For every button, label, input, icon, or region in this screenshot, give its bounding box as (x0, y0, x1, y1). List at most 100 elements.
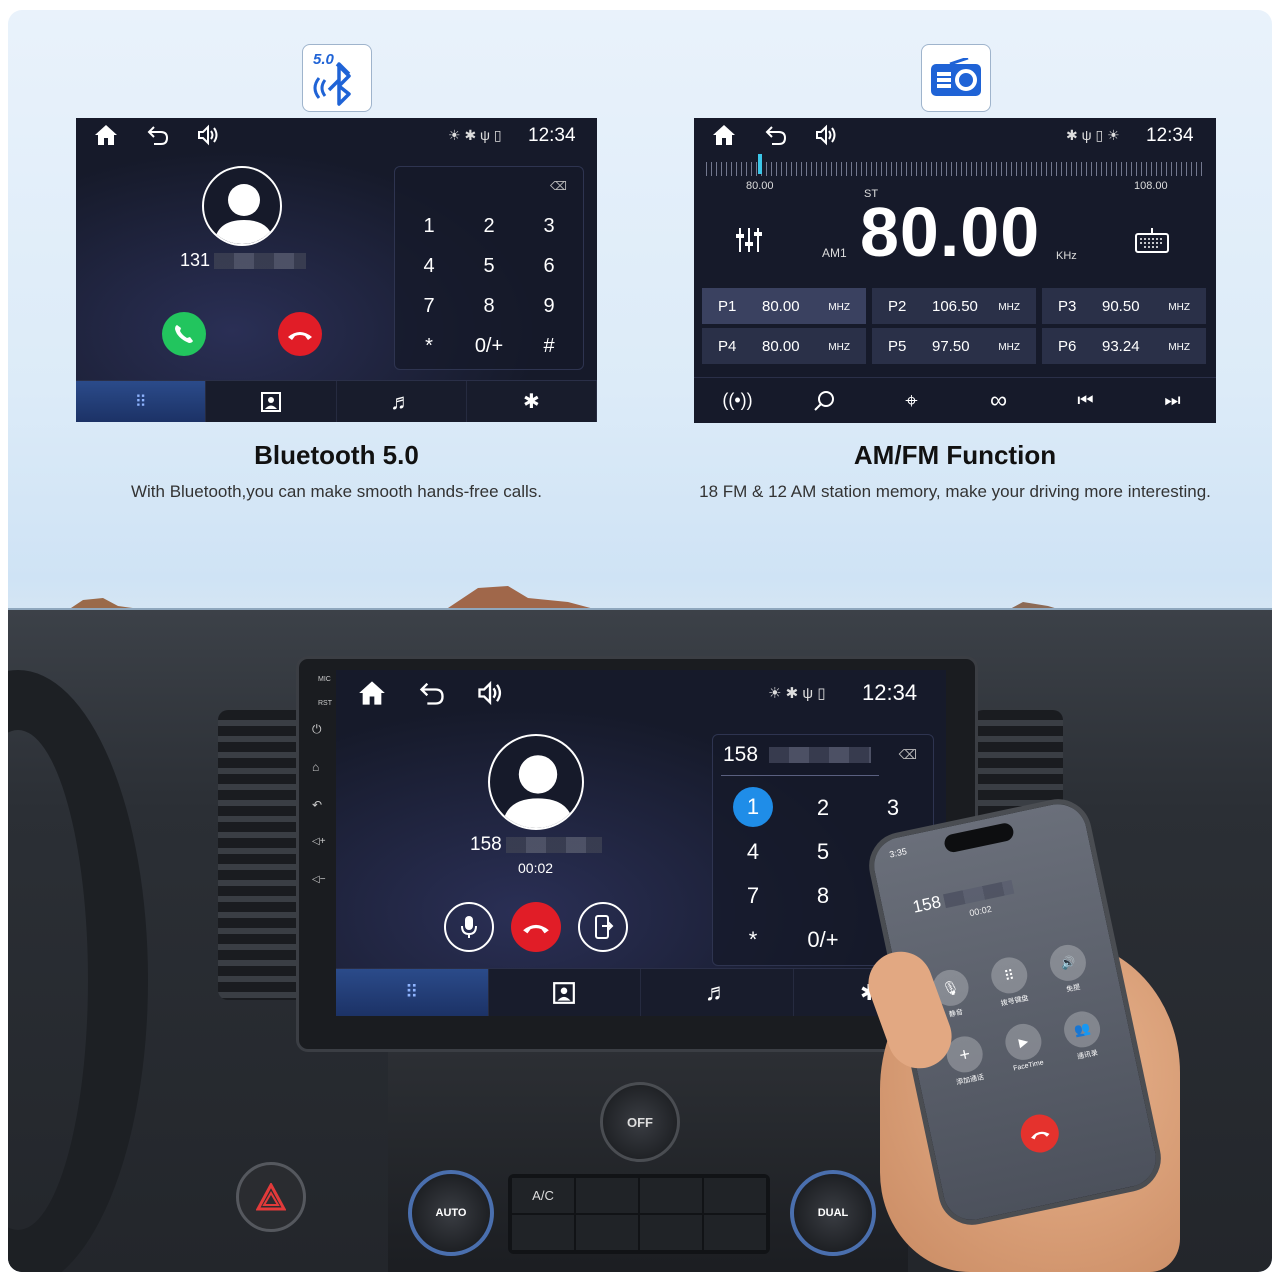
prev-station-button[interactable]: ⏮ (1042, 378, 1129, 423)
preset-frequency: 80.00 (762, 337, 800, 355)
tab-dialpad[interactable]: ⠿ (336, 969, 489, 1016)
back-icon[interactable] (146, 124, 170, 146)
dialpad-key[interactable]: * (409, 335, 449, 358)
dialpad-key[interactable]: 3 (873, 795, 913, 821)
stereo-button[interactable]: ∞ (955, 378, 1042, 423)
next-station-button[interactable]: ⏭ (1129, 378, 1216, 423)
dialpad-key[interactable]: 0/+ (469, 335, 509, 358)
dialpad-key[interactable]: 7 (733, 883, 773, 909)
power-icon[interactable]: ⏻ (312, 722, 322, 737)
mute-button[interactable] (444, 902, 494, 952)
radio-feature-subtitle: 18 FM & 12 AM station memory, make your … (699, 482, 1211, 501)
home-icon[interactable] (94, 124, 118, 146)
bottom-dock: ⠿ ♬ ✱ (76, 380, 597, 422)
backspace-icon[interactable]: ⌫ (899, 747, 917, 763)
airflow-face-feet-button[interactable] (576, 1215, 638, 1250)
preset-p3[interactable]: P3 90.50 MHZ (1042, 288, 1206, 324)
phone-transfer-icon (595, 915, 614, 939)
dialpad-key[interactable]: 4 (733, 839, 773, 865)
hangup-button[interactable] (511, 902, 561, 952)
head-unit-call-screen: ☀ ✱ ψ ▯ 12:34 158 00:02 158 ⌫ 1 2 3 4 5 … (336, 670, 946, 1016)
dialpad-key[interactable]: 8 (803, 883, 843, 909)
transfer-to-phone-button[interactable] (578, 902, 628, 952)
status-bar: ☀ ✱ ψ ▯ 12:34 (76, 118, 597, 152)
preset-p5[interactable]: P5 97.50 MHZ (872, 328, 1036, 364)
tab-music[interactable]: ♬ (337, 381, 467, 422)
climate-off-label: OFF (627, 1114, 653, 1130)
climate-off-knob[interactable]: OFF (600, 1082, 680, 1162)
dialpad-key[interactable]: 0/+ (803, 927, 843, 953)
preset-p1[interactable]: P1 80.00 MHZ (702, 288, 866, 324)
home-icon[interactable] (358, 680, 386, 706)
search-button[interactable] (781, 378, 868, 423)
volume-icon[interactable] (196, 124, 220, 146)
locate-button[interactable]: ⌖ (868, 378, 955, 423)
tuning-marker[interactable] (758, 154, 762, 174)
back-icon[interactable] (418, 680, 446, 706)
backspace-icon[interactable]: ⌫ (550, 179, 567, 193)
status-time: 12:34 (1146, 125, 1194, 146)
climate-dual-knob[interactable]: DUAL (790, 1170, 876, 1256)
phone-btn-label: 通讯录 (1076, 1049, 1099, 1061)
dialpad-key[interactable]: 5 (803, 839, 843, 865)
dialpad-key[interactable]: 5 (469, 255, 509, 278)
back-icon[interactable] (764, 124, 788, 146)
defrost-front-button[interactable] (576, 1178, 638, 1213)
volume-up-icon[interactable]: ◁+ (312, 836, 326, 847)
equalizer-icon[interactable] (734, 226, 764, 259)
home-icon[interactable] (712, 124, 736, 146)
dialpad-key[interactable]: 4 (409, 255, 449, 278)
phone-contacts-button[interactable]: 👥 通讯录 (1049, 1006, 1121, 1079)
caller-number: 158 (470, 834, 502, 855)
preset-unit: MHZ (998, 302, 1020, 313)
preset-p6[interactable]: P6 93.24 MHZ (1042, 328, 1206, 364)
preset-frequency: 93.24 (1102, 337, 1140, 355)
bluetooth-feature-title: Bluetooth 5.0 (254, 440, 419, 470)
skip-forward-icon: ⏭ (1164, 390, 1181, 410)
radio-screen: ✱ ψ ▯ ☀ 12:34 80.00 108.00 ST AM1 80.00 … (694, 118, 1216, 423)
hangup-button[interactable] (278, 312, 322, 356)
contact-avatar (202, 166, 282, 246)
microphone-icon (461, 916, 477, 938)
dialpad-key[interactable]: 1 (409, 215, 449, 238)
tab-dialpad[interactable]: ⠿ (76, 381, 207, 422)
preset-name: P5 (888, 337, 907, 355)
dialpad-key[interactable]: 6 (529, 255, 569, 278)
defrost-rear-button[interactable] (640, 1178, 702, 1213)
dialpad-key[interactable]: 8 (469, 295, 509, 318)
airflow-feet-button[interactable] (640, 1215, 702, 1250)
climate-auto-knob[interactable]: AUTO (408, 1170, 494, 1256)
dialpad-key[interactable]: 2 (803, 795, 843, 821)
preset-p4[interactable]: P4 80.00 MHZ (702, 328, 866, 364)
airflow-defrost-feet-button[interactable] (704, 1215, 766, 1250)
volume-icon[interactable] (814, 124, 838, 146)
keypad-icon: ⠿ (987, 954, 1031, 997)
dialpad-key[interactable]: 3 (529, 215, 569, 238)
side-home-icon[interactable]: ⌂ (312, 760, 319, 774)
airflow-face-button[interactable] (512, 1215, 574, 1250)
dialpad-key[interactable]: 2 (469, 215, 509, 238)
dialpad-key-selected[interactable]: 1 (733, 787, 773, 827)
dialpad-key[interactable]: 7 (409, 295, 449, 318)
tab-contacts[interactable] (489, 969, 641, 1016)
tab-bluetooth[interactable]: ✱ (467, 381, 597, 422)
recirculate-button[interactable] (704, 1178, 766, 1213)
dialpad-key[interactable]: * (733, 927, 773, 953)
preset-p2[interactable]: P2 106.50 MHZ (872, 288, 1036, 324)
call-timer: 00:02 (518, 860, 554, 876)
tab-contacts[interactable] (206, 381, 337, 422)
caller-number-row: 131 (180, 250, 307, 271)
answer-button[interactable] (162, 312, 206, 356)
volume-down-icon[interactable]: ◁− (312, 874, 326, 885)
hangup-icon (1031, 1131, 1050, 1140)
phone-speaker-button[interactable]: 🔊 免提 (1035, 939, 1107, 1012)
dialpad-key[interactable]: # (529, 335, 569, 358)
scan-button[interactable]: ((•)) (694, 378, 781, 423)
tab-music[interactable]: ♬ (641, 969, 794, 1016)
ac-button[interactable]: A/C (512, 1178, 574, 1213)
side-back-icon[interactable]: ↶ (312, 798, 322, 812)
dialpad-key[interactable]: 9 (529, 295, 569, 318)
volume-icon[interactable] (476, 680, 504, 706)
keyboard-icon[interactable] (1134, 226, 1170, 259)
tuning-scale[interactable] (706, 162, 1204, 176)
